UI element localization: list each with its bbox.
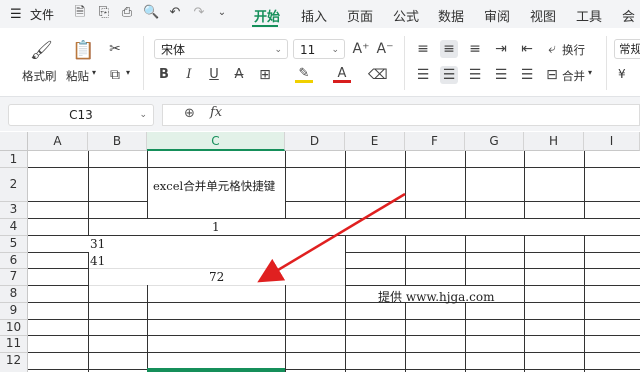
annotation-arrow (257, 192, 406, 283)
arrow-line (257, 192, 406, 283)
